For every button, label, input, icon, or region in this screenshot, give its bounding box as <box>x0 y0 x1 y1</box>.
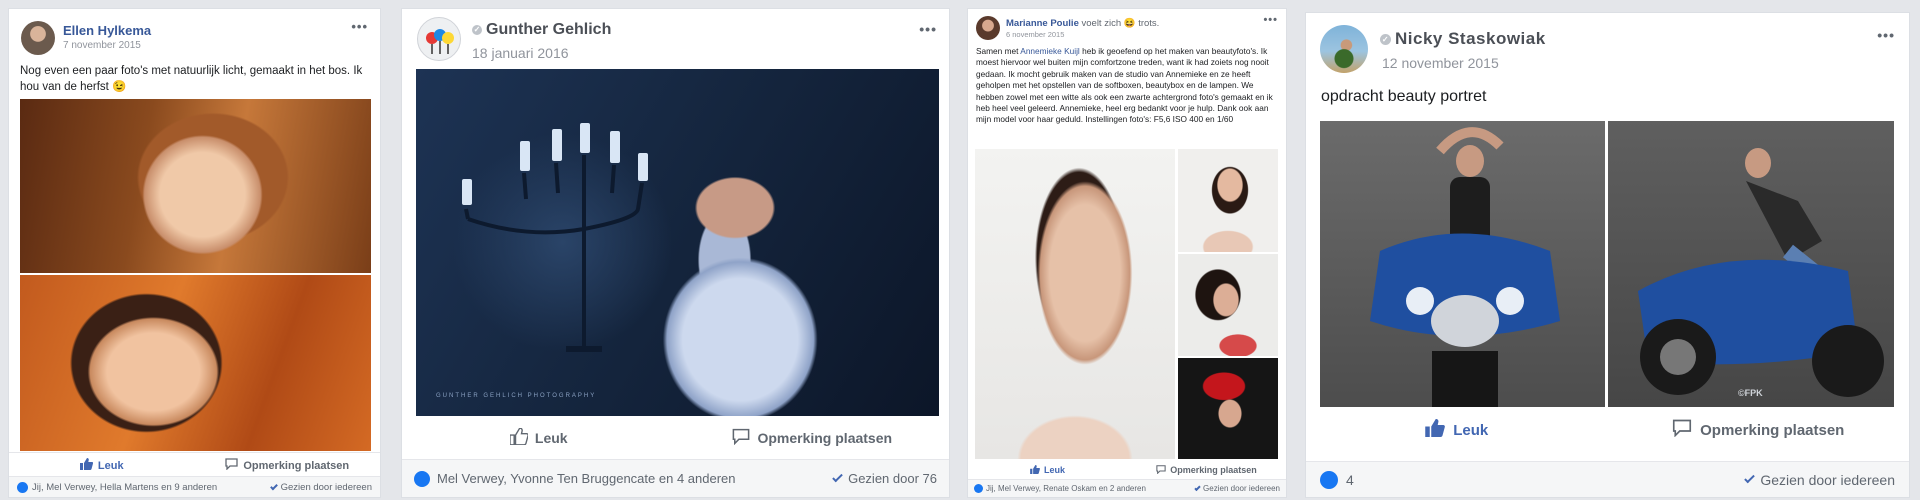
post-text: Nog even een paar foto's met natuurlijk … <box>20 65 363 93</box>
post-photo-1[interactable] <box>20 99 371 273</box>
post-footer: Jij, Mel Verwey, Hella Martens en 9 ande… <box>9 476 380 497</box>
more-dots-icon[interactable]: ••• <box>351 19 368 34</box>
like-label: Leuk <box>97 459 124 472</box>
post-card-ellen: Ellen Hylkema 7 november 2015 ••• Nog ev… <box>8 8 381 498</box>
comment-button[interactable]: Opmerking plaatsen <box>676 422 950 454</box>
checkmark-icon <box>1194 484 1201 491</box>
post-text: opdracht beauty portret <box>1321 88 1487 105</box>
reactions-text: Jij, Mel Verwey, Renate Oskam en 2 ander… <box>986 484 1146 493</box>
thumbs-up-icon <box>79 458 93 473</box>
post-footer: 4 Gezien door iedereen <box>1306 461 1909 497</box>
reactions-summary[interactable]: Jij, Mel Verwey, Renate Oskam en 2 ander… <box>974 484 1146 493</box>
avatar[interactable] <box>1320 25 1368 73</box>
seen-text: Gezien door iedereen <box>280 481 372 493</box>
comment-label: Opmerking plaatsen <box>1700 421 1845 439</box>
reactions-text: Mel Verwey, Yvonne Ten Bruggencate en 4 … <box>437 471 736 486</box>
verified-badge-icon: ✓ <box>472 24 482 35</box>
comment-button[interactable]: Opmerking plaatsen <box>1127 460 1286 480</box>
like-button[interactable]: Leuk <box>402 422 676 454</box>
action-bar: Leuk Opmerking plaatsen <box>968 460 1286 480</box>
post-footer: Jij, Mel Verwey, Renate Oskam en 2 ander… <box>968 479 1286 497</box>
seen-by[interactable]: Gezien door 76 <box>832 471 937 486</box>
thumbs-up-icon <box>1030 464 1040 476</box>
more-dots-icon[interactable]: ••• <box>1263 14 1278 26</box>
post-photo[interactable]: GUNTHER GEHLICH PHOTOGRAPHY <box>416 69 939 416</box>
post-photo-2[interactable]: ©FPK <box>1608 121 1894 407</box>
verified-badge-icon: ✓ <box>1380 34 1391 46</box>
like-reaction-icon <box>974 484 983 493</box>
seen-text: Gezien door 76 <box>848 471 937 486</box>
thumbs-up-icon <box>509 427 529 448</box>
reactions-summary[interactable]: Jij, Mel Verwey, Hella Martens en 9 ande… <box>17 481 218 493</box>
feeling-text: voelt zich 😆 trots. <box>1081 18 1160 29</box>
like-button[interactable]: Leuk <box>9 453 195 478</box>
seen-by[interactable]: Gezien door iedereen <box>1744 471 1895 488</box>
like-label: Leuk <box>1453 421 1489 439</box>
reactions-text: Jij, Mel Verwey, Hella Martens en 9 ande… <box>32 481 218 493</box>
author-name[interactable]: Ellen Hylkema <box>63 23 151 38</box>
seen-text: Gezien door iedereen <box>1203 484 1280 493</box>
comment-button[interactable]: Opmerking plaatsen <box>1608 413 1910 447</box>
more-dots-icon[interactable]: ••• <box>919 21 937 37</box>
post-date[interactable]: 12 november 2015 <box>1382 55 1499 71</box>
thumbs-up-icon <box>1425 419 1446 441</box>
avatar[interactable] <box>417 17 461 61</box>
checkmark-icon <box>269 482 278 490</box>
motorbike-illustration <box>1370 127 1560 407</box>
seen-by[interactable]: Gezien door iedereen <box>1194 484 1280 493</box>
candelabra-illustration: GUNTHER GEHLICH PHOTOGRAPHY <box>436 123 648 399</box>
tagged-person-link[interactable]: Annemieke Kuijl <box>1020 46 1080 56</box>
post-photo-4[interactable] <box>1178 358 1278 459</box>
checkmark-icon <box>832 471 843 483</box>
photo-watermark: ©FPK <box>1738 388 1763 398</box>
checkmark-icon <box>1744 472 1756 484</box>
author-name[interactable]: ✓ Nicky Staskowiak <box>1380 29 1546 49</box>
post-photo-2[interactable] <box>20 275 371 451</box>
like-label: Leuk <box>534 430 568 446</box>
post-photo-main[interactable] <box>975 149 1175 459</box>
post-date[interactable]: 6 november 2015 <box>1006 30 1064 39</box>
post-date[interactable]: 18 januari 2016 <box>472 45 569 61</box>
reactions-text: 4 <box>1346 471 1354 488</box>
comment-bubble-icon <box>1156 464 1166 476</box>
post-card-nicky: ✓ Nicky Staskowiak 12 november 2015 ••• o… <box>1305 12 1910 498</box>
comment-label: Opmerking plaatsen <box>757 430 893 446</box>
avatar[interactable] <box>976 16 1000 40</box>
action-bar: Leuk Opmerking plaatsen <box>9 452 380 478</box>
avatar[interactable] <box>21 21 55 55</box>
comment-bubble-icon <box>225 458 239 473</box>
post-photo-3[interactable] <box>1178 254 1278 356</box>
like-label: Leuk <box>1043 465 1065 475</box>
comment-label: Opmerking plaatsen <box>1170 465 1257 475</box>
like-button[interactable]: Leuk <box>968 460 1127 480</box>
post-text: Samen met Annemieke Kuijl heb ik geoefen… <box>976 46 1273 125</box>
author-name[interactable]: ✓ Gunther Gehlich <box>472 21 611 39</box>
like-button[interactable]: Leuk <box>1306 413 1608 447</box>
action-bar: Leuk Opmerking plaatsen <box>402 422 949 454</box>
motorbike-illustration-2: ©FPK <box>1638 148 1884 398</box>
seen-text: Gezien door iedereen <box>1760 471 1895 488</box>
author-name[interactable]: Marianne Poulie voelt zich 😆 trots. <box>1006 18 1159 29</box>
post-card-marianne: Marianne Poulie voelt zich 😆 trots. 6 no… <box>967 8 1287 498</box>
comment-label: Opmerking plaatsen <box>243 459 350 472</box>
post-footer: Mel Verwey, Yvonne Ten Bruggencate en 4 … <box>402 459 949 497</box>
more-dots-icon[interactable]: ••• <box>1877 27 1895 43</box>
post-date[interactable]: 7 november 2015 <box>63 40 141 51</box>
action-bar: Leuk Opmerking plaatsen <box>1306 413 1909 447</box>
reactions-summary[interactable]: 4 <box>1320 470 1354 489</box>
like-reaction-icon <box>1320 470 1338 489</box>
comment-bubble-icon <box>1672 419 1692 441</box>
comment-button[interactable]: Opmerking plaatsen <box>195 453 381 478</box>
post-card-gunther: ✓ Gunther Gehlich 18 januari 2016 ••• GUN… <box>401 8 950 498</box>
avatar-logo-icon <box>426 29 454 54</box>
seen-by[interactable]: Gezien door iedereen <box>269 481 372 493</box>
reactions-summary[interactable]: Mel Verwey, Yvonne Ten Bruggencate en 4 … <box>414 470 736 487</box>
comment-bubble-icon <box>732 428 750 448</box>
post-photo-2[interactable] <box>1178 149 1278 252</box>
like-reaction-icon <box>414 470 430 487</box>
svg-text:GUNTHER GEHLICH PHOTOGRAPHY: GUNTHER GEHLICH PHOTOGRAPHY <box>436 393 596 399</box>
like-reaction-icon <box>17 481 28 493</box>
post-photo-1[interactable] <box>1320 121 1605 407</box>
